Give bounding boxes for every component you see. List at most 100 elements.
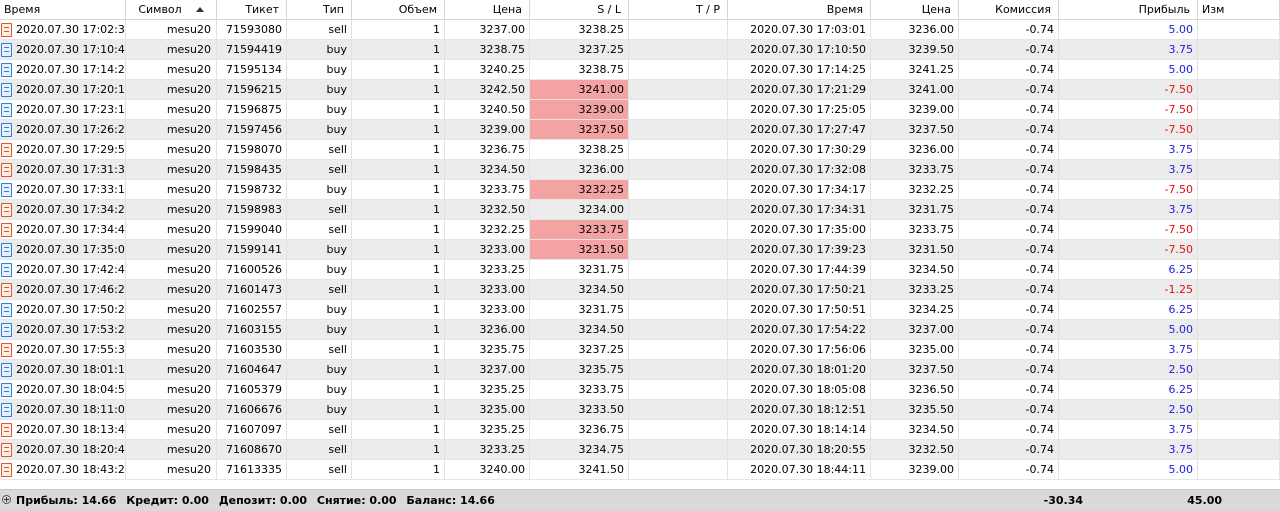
summary-credit: Кредит: 0.00 [126,494,209,507]
symbol-cell: mesu20 [126,400,217,420]
tp-cell [629,320,728,340]
col-header-type[interactable]: Тип [287,0,352,20]
sl-cell: 3233.50 [530,400,629,420]
commission-cell: -0.74 [959,60,1059,80]
close-price-cell: 3236.50 [871,380,959,400]
col-header-change[interactable]: Изм [1198,0,1280,20]
col-header-time[interactable]: Время [0,0,126,20]
commission-cell: -0.74 [959,440,1059,460]
ticket-cell: 71600526 [217,260,287,280]
sell-order-icon [1,442,12,457]
open-price-cell: 3236.75 [445,140,530,160]
change-cell [1198,120,1280,140]
open-price-cell: 3232.50 [445,200,530,220]
col-header-sl[interactable]: S / L [530,0,629,20]
col-header-volume[interactable]: Объем [352,0,445,20]
symbol-cell: mesu20 [126,60,217,80]
profit-cell: -1.25 [1059,280,1198,300]
change-cell [1198,460,1280,480]
trade-history-table: Время Символ Тикет Тип Объем Цена S / L … [0,0,1280,511]
expand-plus-icon[interactable] [2,495,11,504]
time-cell: 2020.07.30 17:55:39 [0,340,126,360]
change-cell [1198,80,1280,100]
type-cell: sell [287,200,352,220]
ticket-cell: 71593080 [217,20,287,40]
summary-text: Прибыль: 14.66 Кредит: 0.00 Депозит: 0.0… [16,494,501,507]
symbol-cell: mesu20 [126,440,217,460]
change-cell [1198,160,1280,180]
symbol-cell: mesu20 [126,140,217,160]
close-time-cell: 2020.07.30 17:32:08 [728,160,871,180]
open-price-cell: 3237.00 [445,20,530,40]
open-price-cell: 3233.00 [445,240,530,260]
col-header-close-price[interactable]: Цена [871,0,959,20]
open-price-cell: 3233.25 [445,440,530,460]
profit-cell: 6.25 [1059,300,1198,320]
close-time-cell: 2020.07.30 17:44:39 [728,260,871,280]
symbol-cell: mesu20 [126,240,217,260]
tp-cell [629,280,728,300]
volume-cell: 1 [352,440,445,460]
open-price-cell: 3235.00 [445,400,530,420]
close-price-cell: 3231.50 [871,240,959,260]
time-cell: 2020.07.30 17:42:40 [0,260,126,280]
profit-cell: 5.00 [1059,320,1198,340]
sl-cell: 3234.50 [530,320,629,340]
volume-cell: 1 [352,40,445,60]
commission-cell: -0.74 [959,40,1059,60]
close-price-cell: 3239.00 [871,100,959,120]
time-cell: 2020.07.30 17:14:22 [0,60,126,80]
sell-order-icon [1,222,12,237]
open-price-cell: 3236.00 [445,320,530,340]
sl-cell: 3234.00 [530,200,629,220]
buy-order-icon [1,122,12,137]
buy-order-icon [1,302,12,317]
sell-order-icon [1,202,12,217]
time-cell: 2020.07.30 17:53:22 [0,320,126,340]
profit-cell: 3.75 [1059,140,1198,160]
commission-cell: -0.74 [959,180,1059,200]
open-price-cell: 3238.75 [445,40,530,60]
col-header-symbol[interactable]: Символ [126,0,217,20]
close-time-cell: 2020.07.30 18:01:20 [728,360,871,380]
sl-cell: 3233.75 [530,220,629,240]
commission-cell: -0.74 [959,20,1059,40]
type-cell: sell [287,440,352,460]
open-price-cell: 3237.00 [445,360,530,380]
sl-cell: 3231.75 [530,300,629,320]
profit-cell: -7.50 [1059,120,1198,140]
tp-cell [629,240,728,260]
col-header-ticket[interactable]: Тикет [217,0,287,20]
col-header-tp[interactable]: T / P [629,0,728,20]
time-cell: 2020.07.30 17:02:37 [0,20,126,40]
tp-cell [629,140,728,160]
buy-order-icon [1,322,12,337]
change-cell [1198,420,1280,440]
buy-order-icon [1,42,12,57]
col-header-open-price[interactable]: Цена [445,0,530,20]
col-header-commission[interactable]: Комиссия [959,0,1059,20]
type-cell: buy [287,300,352,320]
sell-order-icon [1,142,12,157]
sell-order-icon [1,422,12,437]
ticket-cell: 71606676 [217,400,287,420]
col-header-profit[interactable]: Прибыль [1059,0,1198,20]
close-time-cell: 2020.07.30 17:27:47 [728,120,871,140]
volume-cell: 1 [352,380,445,400]
sl-cell: 3239.00 [530,100,629,120]
tp-cell [629,380,728,400]
change-cell [1198,400,1280,420]
col-header-close-time[interactable]: Время [728,0,871,20]
open-price-cell: 3233.00 [445,300,530,320]
close-time-cell: 2020.07.30 17:39:23 [728,240,871,260]
open-price-cell: 3232.25 [445,220,530,240]
type-cell: sell [287,220,352,240]
type-cell: sell [287,20,352,40]
type-cell: sell [287,460,352,480]
commission-cell: -0.74 [959,400,1059,420]
buy-order-icon [1,242,12,257]
tp-cell [629,160,728,180]
close-price-cell: 3233.75 [871,160,959,180]
symbol-cell: mesu20 [126,260,217,280]
type-cell: buy [287,40,352,60]
